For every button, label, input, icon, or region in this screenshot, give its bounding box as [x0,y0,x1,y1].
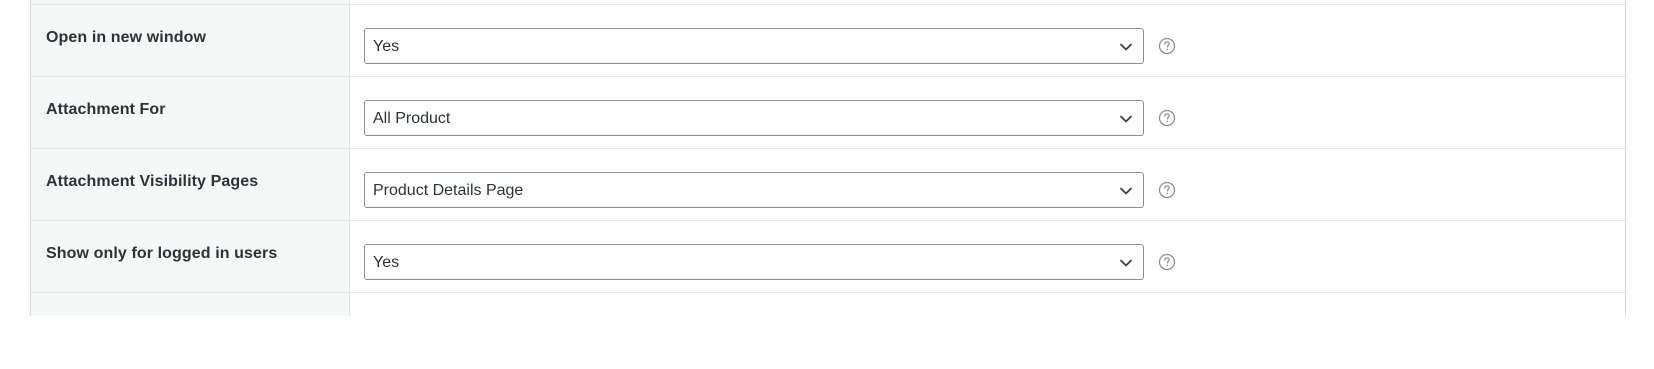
attachment-visibility-pages-select[interactable]: Product Details Page [364,172,1144,208]
attachment-for-label: Attachment For [46,101,166,118]
open-in-new-window-select[interactable]: Yes [364,28,1144,64]
attachment-for-value: All Product [373,110,451,127]
chevron-down-icon [1120,115,1132,123]
settings-row-attachment-visibility-pages: Attachment Visibility Pages Product Deta… [31,148,1625,225]
attachment-visibility-pages-value: Product Details Page [373,182,524,199]
show-only-for-logged-in-users-label: Show only for logged in users [46,245,278,262]
attachment-for-select[interactable]: All Product [364,100,1144,136]
open-in-new-window-label: Open in new window [46,29,207,46]
help-circle-icon[interactable] [1158,181,1176,199]
help-circle-icon[interactable] [1158,109,1176,127]
help-circle-icon[interactable] [1158,253,1176,271]
chevron-down-icon [1120,187,1132,195]
settings-row-show-only-for-logged-in-users: Show only for logged in users Yes [31,220,1625,297]
settings-panel: Open in new window Yes Attachment For Al… [30,0,1626,316]
show-only-for-logged-in-users-select[interactable]: Yes [364,244,1144,280]
settings-row-attachment-for: Attachment For All Product [31,76,1625,153]
settings-row-partial [31,292,1625,369]
settings-table: Open in new window Yes Attachment For Al… [31,0,1625,316]
attachment-visibility-pages-label: Attachment Visibility Pages [46,173,259,190]
chevron-down-icon [1120,43,1132,51]
open-in-new-window-value: Yes [373,38,400,55]
settings-row-open-in-new-window: Open in new window Yes [31,4,1625,81]
show-only-for-logged-in-users-value: Yes [373,254,400,271]
help-circle-icon[interactable] [1158,37,1176,55]
chevron-down-icon [1120,259,1132,267]
